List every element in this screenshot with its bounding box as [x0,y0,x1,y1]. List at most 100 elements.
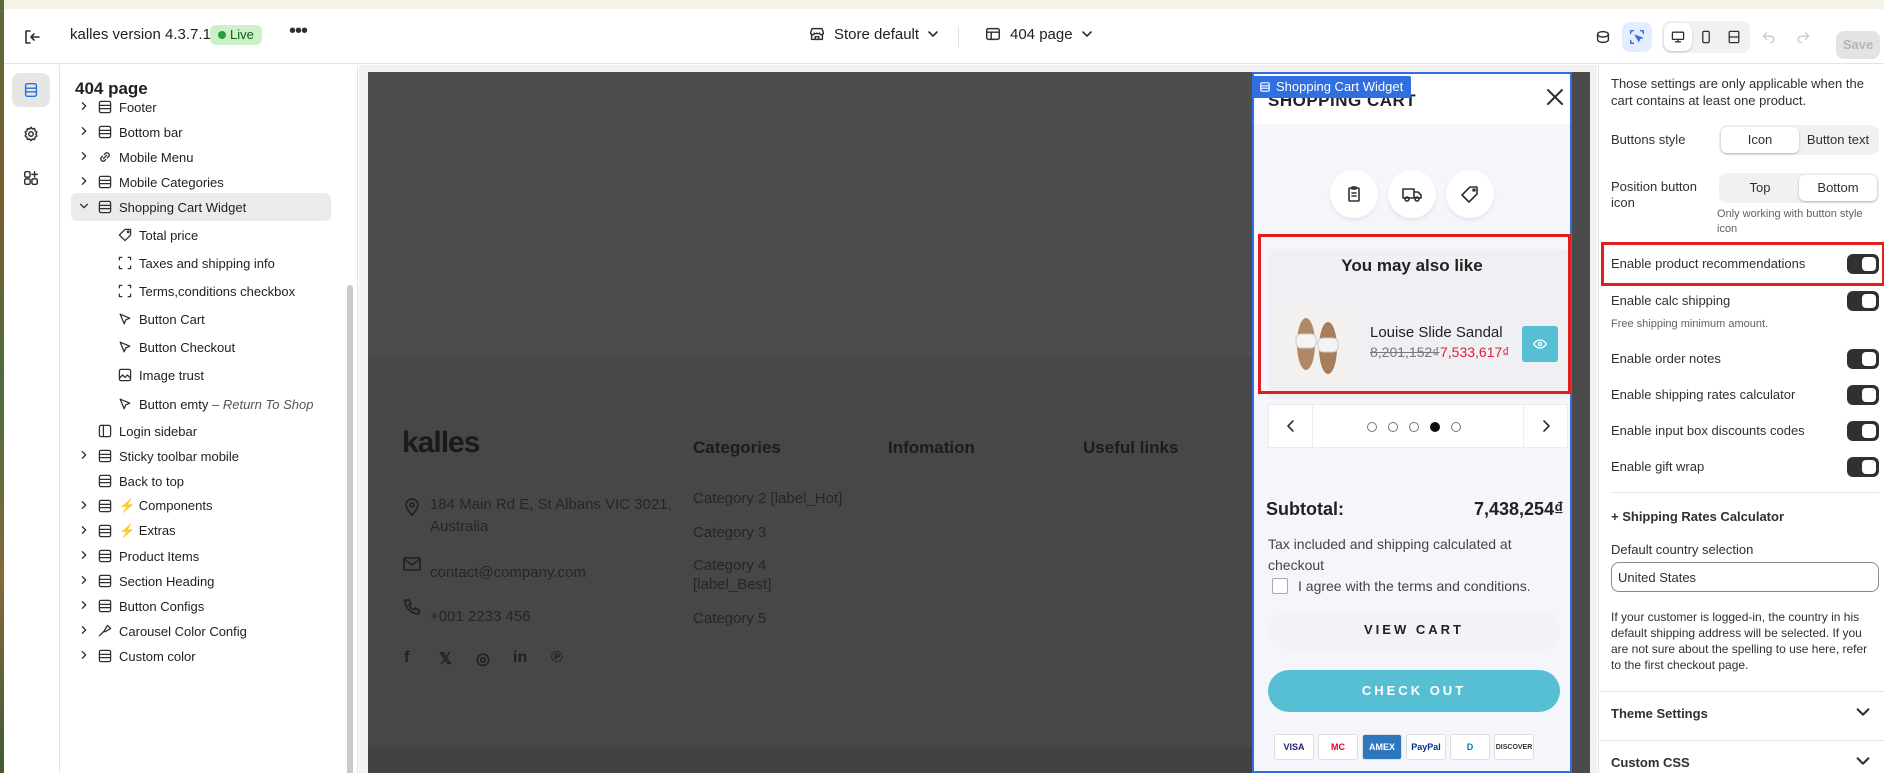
sidebar-item-terms-conditions-checkbox[interactable]: Terms,conditions checkbox [71,277,331,305]
page-selector[interactable]: 404 page [984,25,1093,43]
footer-category-link[interactable]: Category 5 [693,610,766,627]
fullwidth-icon[interactable] [1720,23,1748,51]
position-bottom-option[interactable]: Bottom [1799,175,1877,201]
carousel-dot[interactable] [1430,422,1440,432]
desktop-icon[interactable] [1664,23,1692,51]
gear-icon[interactable] [12,117,50,151]
phone-icon [402,597,422,617]
chevron-right-icon[interactable] [77,450,91,463]
linkedin-icon[interactable]: in [513,649,527,667]
sidebar-item-sticky-toolbar-mobile[interactable]: Sticky toolbar mobile [71,442,331,470]
sidebar-item-mobile-menu[interactable]: Mobile Menu [71,143,331,171]
chevron-right-icon[interactable] [1523,405,1567,447]
sidebar-item-carousel-color-config[interactable]: Carousel Color Config [71,617,331,645]
sidebar-item-extras[interactable]: ⚡ Extras [71,517,331,545]
order-notes-toggle[interactable] [1847,349,1879,369]
x-icon[interactable]: 𝕏 [439,649,452,669]
country-input[interactable] [1611,562,1879,592]
close-icon[interactable] [1546,88,1564,106]
checkout-button[interactable]: CHECK OUT [1268,670,1560,712]
sidebar-item-mobile-categories[interactable]: Mobile Categories [71,168,331,196]
chevron-down-icon[interactable] [77,201,91,214]
sidebar-item-label: ⚡ Extras [119,523,176,538]
section-icon [97,598,113,614]
carousel-dot[interactable] [1451,422,1461,432]
sidebar-item-total-price[interactable]: Total price [71,221,331,249]
toggle-label: Enable shipping rates calculator [1611,387,1796,402]
chevron-right-icon[interactable] [77,575,91,588]
chevron-right-icon[interactable] [77,600,91,613]
sidebar-item-image-trust[interactable]: Image trust [71,361,331,389]
sidebar-item-button-configs[interactable]: Button Configs [71,592,331,620]
undo-icon[interactable] [1754,22,1784,52]
store-selector[interactable]: Store default [808,25,939,43]
sidebar-item-button-emty[interactable]: Button emty – Return To Shop [71,390,331,418]
footer-category-link[interactable]: Category 3 [693,524,766,541]
terms-checkbox[interactable] [1272,578,1288,594]
sidebar-item-button-cart[interactable]: Button Cart [71,305,331,333]
discount-codes-toggle[interactable] [1847,421,1879,441]
chevron-right-icon[interactable] [77,625,91,638]
sidebar-scrollbar[interactable] [347,285,353,773]
calc-shipping-toggle[interactable] [1847,291,1879,311]
chevron-right-icon[interactable] [77,176,91,189]
sidebar-item-footer[interactable]: Footer [71,93,331,121]
sidebar-item-product-items[interactable]: Product Items [71,542,331,570]
chevron-right-icon[interactable] [77,525,91,538]
chevron-right-icon[interactable] [77,500,91,513]
more-actions-button[interactable]: ••• [286,21,310,47]
carousel-dot[interactable] [1388,422,1398,432]
sections-icon[interactable] [12,73,50,107]
footer-category-link[interactable]: Category 4 [693,557,766,574]
carousel-dot[interactable] [1367,422,1377,432]
sidebar-item-taxes-and-shipping-info[interactable]: Taxes and shipping info [71,249,331,277]
sidebar-item-login-sidebar[interactable]: Login sidebar [71,417,331,445]
view-cart-button[interactable]: VIEW CART [1268,610,1560,650]
toggle-label: Enable calc shipping [1611,293,1731,308]
section-icon [97,174,113,190]
pinterest-icon[interactable]: ℗ [551,649,563,667]
sidebar-item-shopping-cart-widget[interactable]: Shopping Cart Widget [71,193,331,221]
theme-settings-section[interactable]: Theme Settings [1599,691,1884,735]
buttons-style-icon-option[interactable]: Icon [1721,127,1799,153]
instagram-icon[interactable]: ◎ [476,649,490,669]
chevron-right-icon[interactable] [77,650,91,663]
apps-icon[interactable] [12,161,50,195]
carousel-dot[interactable] [1409,422,1419,432]
footer-phone[interactable]: +001 2233 456 [430,608,531,625]
chevron-right-icon[interactable] [77,550,91,563]
sidebar-item-components[interactable]: ⚡ Components [71,492,331,520]
position-top-option[interactable]: Top [1721,175,1799,201]
custom-css-section[interactable]: Custom CSS [1599,740,1884,773]
chevron-right-icon[interactable] [77,101,91,114]
sidebar-item-button-checkout[interactable]: Button Checkout [71,333,331,361]
notes-icon[interactable] [1330,170,1378,218]
footer-category-link[interactable]: [label_Best] [693,576,771,593]
chevron-right-icon[interactable] [77,151,91,164]
window-edge [0,0,4,773]
buttons-style-text-option[interactable]: Button text [1799,127,1877,153]
dashed-box-icon [117,283,133,299]
truck-icon[interactable] [1388,170,1436,218]
theme-store-icon[interactable] [1588,22,1618,52]
footer-category-link[interactable]: Category 2 [label_Hot] [693,490,842,507]
sidebar-item-back-to-top[interactable]: Back to top [71,467,331,495]
chevron-right-icon[interactable] [77,126,91,139]
save-button[interactable]: Save [1836,31,1880,59]
facebook-icon[interactable]: f [404,649,409,667]
sidebar-item-custom-color[interactable]: Custom color [71,642,331,670]
gift-wrap-toggle[interactable] [1847,457,1879,477]
chevron-down-icon [1856,757,1870,765]
redo-icon[interactable] [1788,22,1818,52]
exit-icon[interactable] [20,25,44,49]
sidebar-item-bottom-bar[interactable]: Bottom bar [71,118,331,146]
subtotal-value: 7,438,254₫ [1474,499,1564,519]
footer-email[interactable]: contact@company.com [430,564,586,581]
shipping-rates-toggle[interactable] [1847,385,1879,405]
mobile-icon[interactable] [1692,23,1720,51]
store-preview: kalles 184 Main Rd E, St Albans VIC 3021… [368,72,1590,773]
sidebar-item-section-heading[interactable]: Section Heading [71,567,331,595]
inspector-icon[interactable] [1622,22,1652,52]
discount-tag-icon[interactable] [1446,170,1494,218]
chevron-left-icon[interactable] [1269,405,1313,447]
